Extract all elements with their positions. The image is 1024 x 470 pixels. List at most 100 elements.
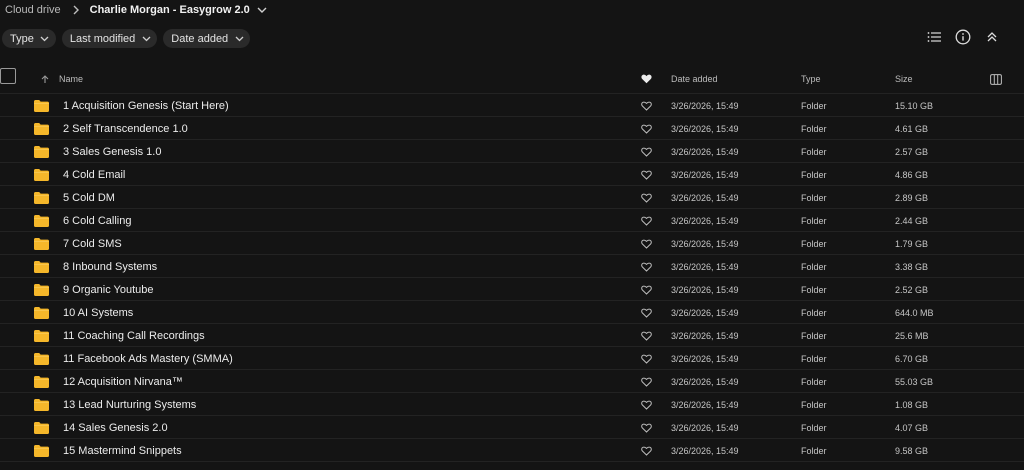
heart-outline-icon[interactable] xyxy=(641,416,653,439)
table-row[interactable]: 14 Sales Genesis 2.0 3/26/2026, 15:49 Fo… xyxy=(0,416,1024,439)
type-cell: Folder xyxy=(801,307,827,318)
heart-outline-icon[interactable] xyxy=(641,140,653,163)
column-size-header[interactable]: Size xyxy=(895,64,913,94)
heart-outline-icon[interactable] xyxy=(641,278,653,301)
heart-outline-icon[interactable] xyxy=(641,163,653,186)
heart-outline-icon[interactable] xyxy=(641,209,653,232)
filter-last-modified-button[interactable]: Last modified xyxy=(61,29,158,48)
date-added-cell: 3/26/2026, 15:49 xyxy=(671,100,739,111)
date-added-cell: 3/26/2026, 15:49 xyxy=(671,399,739,410)
table-row[interactable]: 12 Acquisition Nirvana™ 3/26/2026, 15:49… xyxy=(0,370,1024,393)
date-added-cell: 3/26/2026, 15:49 xyxy=(671,169,739,180)
file-name[interactable]: 12 Acquisition Nirvana™ xyxy=(63,370,183,393)
file-name[interactable]: 6 Cold Calling xyxy=(63,209,131,232)
table-row[interactable]: 10 AI Systems 3/26/2026, 15:49 Folder 64… xyxy=(0,301,1024,324)
column-favorite-header[interactable] xyxy=(641,64,652,94)
size-cell: 644.0 MB xyxy=(895,307,934,318)
heart-outline-icon[interactable] xyxy=(641,324,653,347)
breadcrumb-root-link[interactable]: Cloud drive xyxy=(5,4,61,16)
filter-type-button[interactable]: Type xyxy=(2,29,56,48)
heart-outline-icon[interactable] xyxy=(641,370,653,393)
date-added-cell: 3/26/2026, 15:49 xyxy=(671,330,739,341)
heart-outline-icon[interactable] xyxy=(641,186,653,209)
info-icon[interactable] xyxy=(955,29,971,45)
size-cell: 4.07 GB xyxy=(895,422,929,433)
folder-icon xyxy=(34,94,50,117)
type-cell: Folder xyxy=(801,238,827,249)
table-row[interactable]: 4 Cold Email 3/26/2026, 15:49 Folder 4.8… xyxy=(0,163,1024,186)
folder-icon xyxy=(34,393,50,416)
file-name[interactable]: 15 Mastermind Snippets xyxy=(63,439,182,462)
breadcrumb-current-folder[interactable]: Charlie Morgan - Easygrow 2.0 xyxy=(90,4,250,16)
table-row[interactable]: 1 Acquisition Genesis (Start Here) 3/26/… xyxy=(0,94,1024,117)
folder-icon xyxy=(34,416,50,439)
list-view-icon[interactable] xyxy=(926,29,942,45)
size-cell: 15.10 GB xyxy=(895,100,934,111)
table-row[interactable]: 3 Sales Genesis 1.0 3/26/2026, 15:49 Fol… xyxy=(0,140,1024,163)
table-row[interactable]: 13 Lead Nurturing Systems 3/26/2026, 15:… xyxy=(0,393,1024,416)
file-name[interactable]: 9 Organic Youtube xyxy=(63,278,154,301)
heart-outline-icon[interactable] xyxy=(641,94,653,117)
select-all-checkbox[interactable] xyxy=(0,68,16,84)
chevron-down-icon xyxy=(141,34,151,44)
heart-outline-icon[interactable] xyxy=(641,347,653,370)
folder-icon xyxy=(34,301,50,324)
file-name[interactable]: 8 Inbound Systems xyxy=(63,255,157,278)
table-row[interactable]: 6 Cold Calling 3/26/2026, 15:49 Folder 2… xyxy=(0,209,1024,232)
size-cell: 2.89 GB xyxy=(895,192,929,203)
date-added-cell: 3/26/2026, 15:49 xyxy=(671,307,739,318)
heart-outline-icon[interactable] xyxy=(641,117,653,140)
file-name[interactable]: 10 AI Systems xyxy=(63,301,133,324)
chevron-right-icon xyxy=(69,3,83,17)
date-added-cell: 3/26/2026, 15:49 xyxy=(671,422,739,433)
column-type-header[interactable]: Type xyxy=(801,64,821,94)
size-cell: 1.79 GB xyxy=(895,238,929,249)
folder-icon xyxy=(34,232,50,255)
table-row[interactable]: 9 Organic Youtube 3/26/2026, 15:49 Folde… xyxy=(0,278,1024,301)
heart-outline-icon[interactable] xyxy=(641,232,653,255)
table-row[interactable]: 8 Inbound Systems 3/26/2026, 15:49 Folde… xyxy=(0,255,1024,278)
column-name-label: Name xyxy=(59,74,84,84)
table-row[interactable]: 11 Coaching Call Recordings 3/26/2026, 1… xyxy=(0,324,1024,347)
file-name[interactable]: 1 Acquisition Genesis (Start Here) xyxy=(63,94,229,117)
chevron-down-icon xyxy=(40,34,50,44)
folder-icon xyxy=(34,347,50,370)
chevron-down-icon[interactable] xyxy=(255,3,269,17)
table-row[interactable]: 7 Cold SMS 3/26/2026, 15:49 Folder 1.79 … xyxy=(0,232,1024,255)
file-name[interactable]: 7 Cold SMS xyxy=(63,232,122,255)
folder-icon xyxy=(34,278,50,301)
file-name[interactable]: 14 Sales Genesis 2.0 xyxy=(63,416,168,439)
table-row[interactable]: 11 Facebook Ads Mastery (SMMA) 3/26/2026… xyxy=(0,347,1024,370)
heart-outline-icon[interactable] xyxy=(641,393,653,416)
folder-icon xyxy=(34,255,50,278)
table-row[interactable]: 5 Cold DM 3/26/2026, 15:49 Folder 2.89 G… xyxy=(0,186,1024,209)
columns-settings-icon[interactable] xyxy=(990,64,1002,94)
collapse-icon[interactable] xyxy=(984,29,1000,45)
size-cell: 3.38 GB xyxy=(895,261,929,272)
file-name[interactable]: 2 Self Transcendence 1.0 xyxy=(63,117,188,140)
file-name[interactable]: 5 Cold DM xyxy=(63,186,115,209)
size-cell: 2.44 GB xyxy=(895,215,929,226)
heart-outline-icon[interactable] xyxy=(641,255,653,278)
type-cell: Folder xyxy=(801,284,827,295)
file-name[interactable]: 11 Coaching Call Recordings xyxy=(63,324,205,347)
folder-icon xyxy=(34,186,50,209)
table-body: 1 Acquisition Genesis (Start Here) 3/26/… xyxy=(0,94,1024,462)
column-date-added-header[interactable]: Date added xyxy=(671,64,718,94)
heart-outline-icon[interactable] xyxy=(641,301,653,324)
folder-icon xyxy=(34,209,50,232)
file-name[interactable]: 13 Lead Nurturing Systems xyxy=(63,393,196,416)
table-row[interactable]: 15 Mastermind Snippets 3/26/2026, 15:49 … xyxy=(0,439,1024,462)
folder-icon xyxy=(34,163,50,186)
file-name[interactable]: 11 Facebook Ads Mastery (SMMA) xyxy=(63,347,233,370)
filter-date-added-button[interactable]: Date added xyxy=(163,29,251,48)
file-name[interactable]: 4 Cold Email xyxy=(63,163,125,186)
heart-outline-icon[interactable] xyxy=(641,439,653,462)
column-name-header[interactable]: Name xyxy=(40,64,83,94)
file-name[interactable]: 3 Sales Genesis 1.0 xyxy=(63,140,161,163)
date-added-cell: 3/26/2026, 15:49 xyxy=(671,215,739,226)
chevron-down-icon xyxy=(234,34,244,44)
file-manager: Cloud drive Charlie Morgan - Easygrow 2.… xyxy=(0,0,1024,470)
table-row[interactable]: 2 Self Transcendence 1.0 3/26/2026, 15:4… xyxy=(0,117,1024,140)
size-cell: 4.61 GB xyxy=(895,123,929,134)
